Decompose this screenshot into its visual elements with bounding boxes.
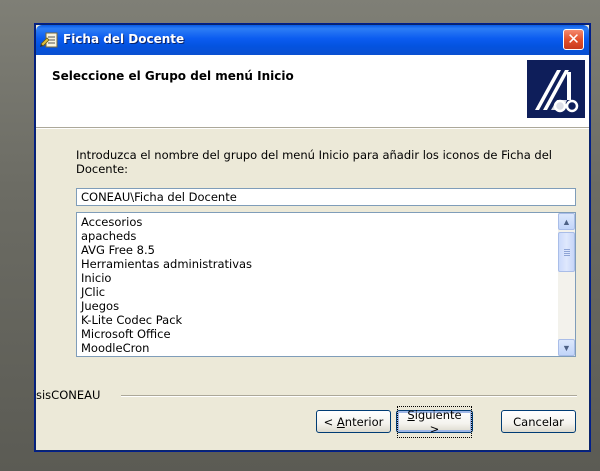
title-bar[interactable]: Ficha del Docente ✕ xyxy=(36,25,589,55)
close-button[interactable]: ✕ xyxy=(563,29,584,50)
vertical-scrollbar[interactable]: ▲ ▼ xyxy=(558,213,575,356)
list-item[interactable]: Microsoft Office xyxy=(81,327,557,341)
next-button[interactable]: Siguiente > xyxy=(396,405,473,438)
group-name-input[interactable] xyxy=(76,188,576,206)
chevron-up-icon: ▲ xyxy=(562,216,571,227)
list-item[interactable]: AVG Free 8.5 xyxy=(81,243,557,257)
close-icon: ✕ xyxy=(567,30,580,48)
window-title: Ficha del Docente xyxy=(63,32,185,46)
header-panel: Seleccione el Grupo del menú Inicio xyxy=(36,55,589,129)
list-item[interactable]: MoodleCron xyxy=(81,341,557,355)
back-accel: A xyxy=(336,414,345,429)
scroll-up-button[interactable]: ▲ xyxy=(558,213,575,230)
brand-label: sisCONEAU xyxy=(36,388,101,402)
group-listbox[interactable]: Accesorios apacheds AVG Free 8.5 Herramient… xyxy=(76,212,576,357)
back-button[interactable]: < Anterior xyxy=(316,410,391,433)
footer-divider xyxy=(121,395,577,397)
coneau-logo-icon xyxy=(527,60,585,118)
next-focus: Siguiente > xyxy=(397,405,472,438)
list-item[interactable]: Accesorios xyxy=(81,215,557,229)
chevron-down-icon: ▼ xyxy=(562,342,571,353)
group-list-items: Accesorios apacheds AVG Free 8.5 Herramient… xyxy=(81,215,557,355)
list-item[interactable]: Juegos xyxy=(81,299,557,313)
scroll-down-button[interactable]: ▼ xyxy=(558,339,575,356)
list-item[interactable]: K-Lite Codec Pack xyxy=(81,313,557,327)
page-title: Seleccione el Grupo del menú Inicio xyxy=(52,69,294,83)
scroll-thumb[interactable] xyxy=(558,232,575,272)
back-label: nterior xyxy=(344,414,384,429)
list-item[interactable]: Inicio xyxy=(81,271,557,285)
back-prefix: < xyxy=(323,414,337,429)
instruction-text: Introduzca el nombre del grupo del menú … xyxy=(76,148,552,176)
installer-window: Ficha del Docente ✕ Seleccione el Grupo … xyxy=(35,24,590,451)
list-item[interactable]: apacheds xyxy=(81,229,557,243)
list-item[interactable]: JClic xyxy=(81,285,557,299)
app-icon xyxy=(40,32,58,48)
list-item[interactable]: Herramientas administrativas xyxy=(81,257,557,271)
next-accel: S xyxy=(407,407,415,422)
next-label: iguiente > xyxy=(414,407,462,436)
cancel-button[interactable]: Cancelar xyxy=(501,410,576,433)
